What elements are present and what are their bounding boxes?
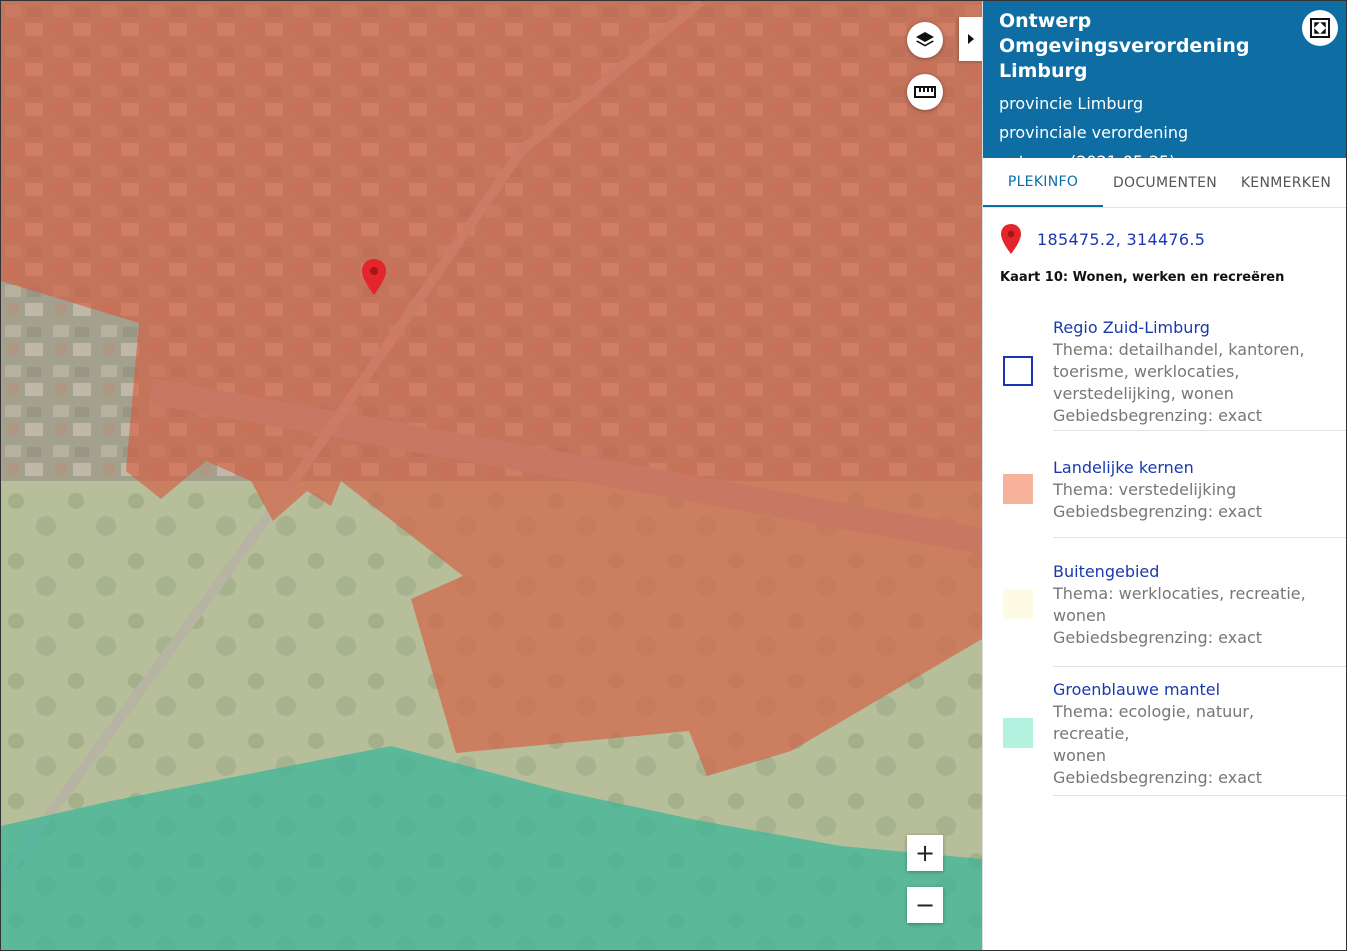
panel-subtitle-organisation: provincie Limburg — [999, 94, 1144, 113]
legend-name-groenblauwe-mantel[interactable]: Groenblauwe mantel — [1053, 679, 1313, 701]
legend-desc-line: Thema: verstedelijking — [1053, 480, 1237, 499]
legend-desc-line: Thema: ecologie, natuur, recreatie, — [1053, 702, 1255, 743]
legend-desc-line: Thema: detailhandel, kantoren, — [1053, 339, 1305, 359]
legend-divider — [1053, 666, 1346, 667]
legend-desc-line: Gebiedsbegrenzing: exact — [1053, 405, 1263, 425]
legend-desc-line: toerisme, werklocaties, — [1053, 361, 1240, 381]
panel-title: Ontwerp Omgevingsverordening Limburg — [999, 10, 1250, 82]
panel-header: Ontwerp Omgevingsverordening Limburg pro… — [983, 1, 1346, 171]
legend-swatch-buitengebied — [1003, 589, 1033, 619]
layers-button[interactable] — [907, 22, 943, 58]
legend-desc-line: verstedelijking, wonen — [1053, 383, 1234, 403]
legend-name-buitengebied[interactable]: Buitengebied — [1053, 561, 1313, 583]
legend-divider — [1053, 795, 1346, 796]
map-marker-icon[interactable] — [362, 259, 386, 295]
legend-desc-line: Gebiedsbegrenzing: exact — [1053, 502, 1263, 521]
fullscreen-icon — [1310, 18, 1330, 38]
info-panel: Ontwerp Omgevingsverordening Limburg pro… — [982, 1, 1346, 950]
map-view[interactable]: + − — [1, 1, 982, 951]
map-marker-icon — [1001, 224, 1021, 254]
location-coordinates[interactable]: 185475.2, 314476.5 — [1037, 230, 1205, 249]
legend-swatch-landelijke-kernen — [1003, 474, 1033, 504]
panel-toggle-button[interactable] — [959, 17, 982, 61]
zoom-out-button[interactable]: − — [907, 887, 943, 923]
legend-desc-line: Thema: werklocaties, recreatie, — [1053, 584, 1306, 603]
location-row: 185475.2, 314476.5 — [983, 208, 1346, 256]
legend-swatch-groenblauwe-mantel — [1003, 718, 1033, 748]
aerial-map[interactable] — [1, 1, 982, 951]
map-layer-title: Kaart 10: Wonen, werken en recreëren — [1000, 270, 1285, 285]
panel-subtitle-type: provinciale verordening — [999, 123, 1189, 142]
legend-list: Regio Zuid-Limburg Thema: detailhandel, … — [983, 303, 1346, 796]
legend-item: Groenblauwe mantel Thema: ecologie, natu… — [983, 680, 1346, 787]
legend-desc-line: wonen — [1053, 746, 1106, 765]
measure-button[interactable] — [907, 74, 943, 110]
zoom-in-button[interactable]: + — [907, 835, 943, 871]
legend-desc-line: wonen — [1053, 606, 1106, 625]
panel-subtitle-status: ontwerp (2021-05-25) — [999, 152, 1176, 171]
ruler-icon — [914, 86, 936, 98]
legend-item: Regio Zuid-Limburg Thema: detailhandel, … — [983, 303, 1346, 438]
legend-item: Landelijke kernen Thema: verstedelijking… — [983, 447, 1346, 531]
app-window: + − Ontwerp Omgevingsverordening Limburg… — [0, 0, 1347, 951]
legend-name-landelijke-kernen[interactable]: Landelijke kernen — [1053, 457, 1313, 479]
legend-desc-line: Gebiedsbegrenzing: exact — [1053, 768, 1263, 787]
fullscreen-button[interactable] — [1302, 10, 1338, 46]
layers-icon — [916, 32, 934, 47]
caret-right-icon — [967, 34, 974, 44]
legend-name-regio[interactable]: Regio Zuid-Limburg — [1053, 317, 1313, 339]
legend-item: Buitengebied Thema: werklocaties, recrea… — [983, 554, 1346, 654]
legend-swatch-regio — [1003, 355, 1033, 386]
legend-desc-line: Gebiedsbegrenzing: exact — [1053, 628, 1263, 647]
legend-divider — [1053, 537, 1346, 538]
